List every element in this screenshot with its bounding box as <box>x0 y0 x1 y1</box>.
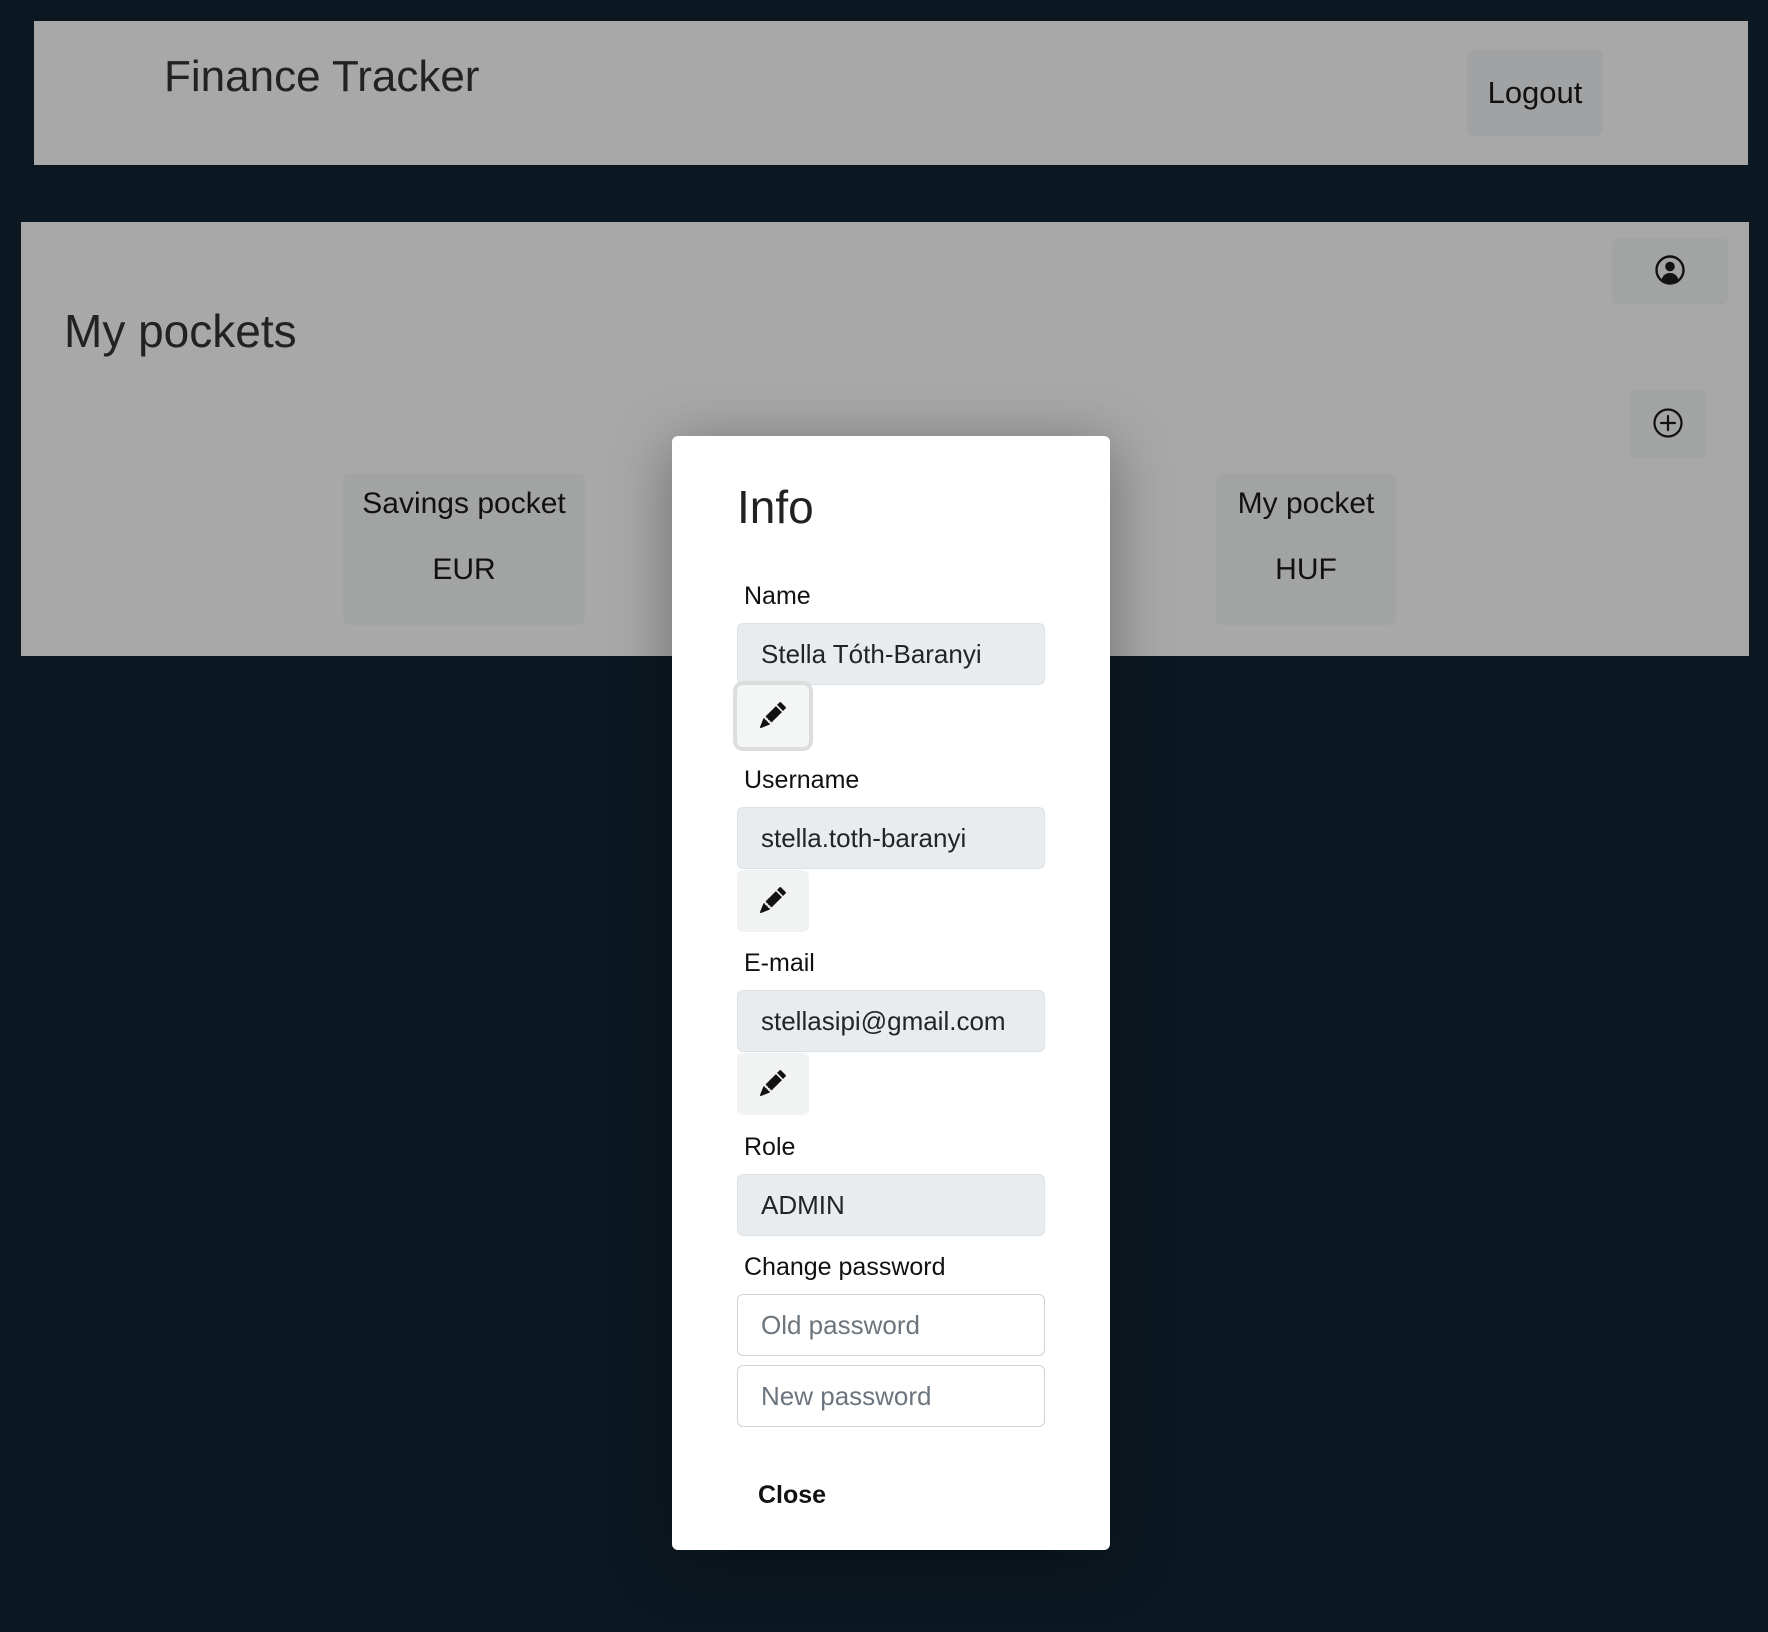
info-modal: Info Name Username E-mail Role Change pa… <box>672 436 1110 1550</box>
name-label: Name <box>744 582 811 610</box>
edit-email-button[interactable] <box>737 1053 809 1115</box>
pocket-card-my-pocket[interactable]: My pocket HUF <box>1216 473 1396 625</box>
edit-name-button[interactable] <box>737 685 809 747</box>
profile-button[interactable] <box>1612 238 1728 304</box>
logout-button[interactable]: Logout <box>1467 50 1603 136</box>
role-label: Role <box>744 1133 796 1161</box>
top-navbar: Finance Tracker Logout <box>34 21 1748 165</box>
old-password-field[interactable] <box>737 1294 1045 1356</box>
name-field[interactable] <box>737 623 1045 685</box>
pencil-icon <box>760 886 787 916</box>
pencil-icon <box>760 701 787 731</box>
role-field[interactable] <box>737 1174 1045 1236</box>
email-field[interactable] <box>737 990 1045 1052</box>
plus-circle-icon <box>1652 407 1684 442</box>
pocket-currency: HUF <box>1275 553 1337 586</box>
close-button[interactable]: Close <box>752 1470 852 1520</box>
add-pocket-button[interactable] <box>1630 390 1706 458</box>
pocket-card-savings[interactable]: Savings pocket EUR <box>343 473 585 625</box>
pocket-name: Savings pocket <box>362 487 566 520</box>
app-title: Finance Tracker <box>164 52 480 101</box>
username-label: Username <box>744 766 860 794</box>
page-title: My pockets <box>64 305 297 357</box>
modal-title: Info <box>737 481 814 533</box>
email-label: E-mail <box>744 949 815 977</box>
pencil-icon <box>760 1069 787 1099</box>
new-password-field[interactable] <box>737 1365 1045 1427</box>
user-circle-icon <box>1654 254 1686 289</box>
change-password-label: Change password <box>744 1253 946 1281</box>
pocket-currency: EUR <box>432 553 496 586</box>
pocket-name: My pocket <box>1237 487 1375 520</box>
username-field[interactable] <box>737 807 1045 869</box>
edit-username-button[interactable] <box>737 870 809 932</box>
